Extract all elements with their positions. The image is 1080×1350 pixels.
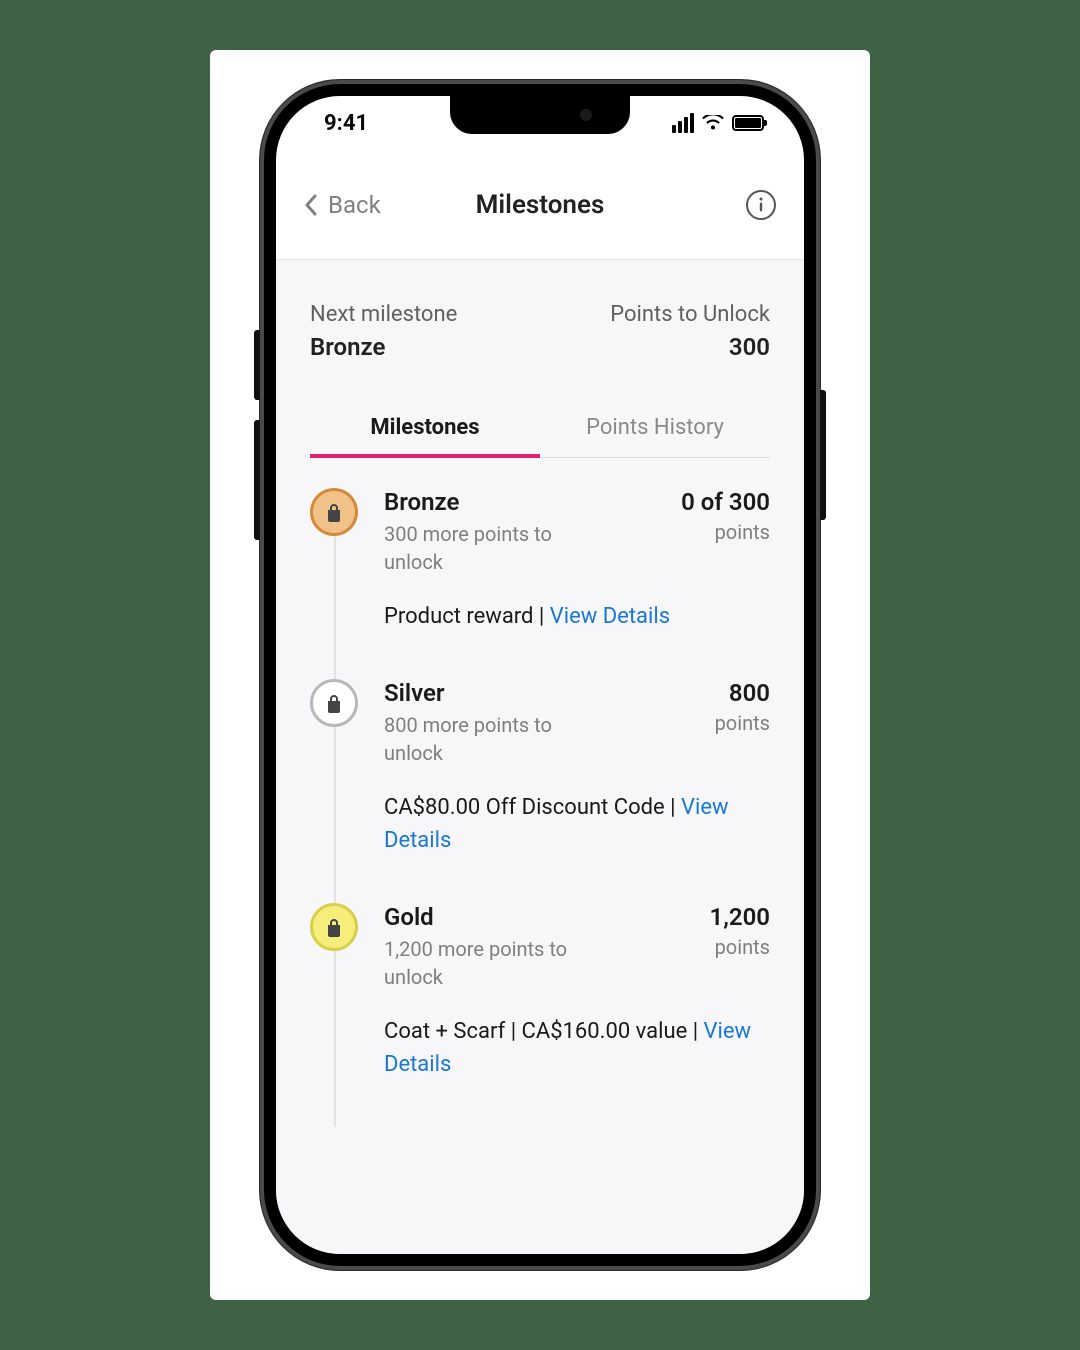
milestone-item-gold: Gold 1,200 more points to unlock 1,200 p… xyxy=(310,903,770,1127)
milestone-item-silver: Silver 800 more points to unlock 800 poi… xyxy=(310,679,770,903)
milestone-subtitle: 300 more points to unlock xyxy=(384,520,614,576)
points-to-unlock-value: 300 xyxy=(610,333,770,361)
chevron-left-icon xyxy=(304,194,318,216)
cellular-signal-icon xyxy=(672,113,694,133)
milestone-reward-text: CA$80.00 Off Discount Code | xyxy=(384,795,681,820)
tab-bar: Milestones Points History xyxy=(310,401,770,458)
milestone-reward-text: Coat + Scarf | CA$160.00 value | xyxy=(384,1019,704,1044)
status-time: 9:41 xyxy=(324,111,368,136)
milestone-item-bronze: Bronze 300 more points to unlock 0 of 30… xyxy=(310,488,770,679)
battery-icon xyxy=(732,115,764,131)
back-label: Back xyxy=(328,191,381,219)
wifi-icon xyxy=(702,115,724,131)
lock-icon xyxy=(325,502,343,522)
milestone-badge-silver xyxy=(310,679,358,727)
lock-icon xyxy=(325,693,343,713)
milestone-points-label: points xyxy=(681,520,770,544)
view-details-link[interactable]: View Details xyxy=(550,604,670,629)
milestone-title: Silver xyxy=(384,679,614,707)
milestone-list: Bronze 300 more points to unlock 0 of 30… xyxy=(310,488,770,1127)
back-button[interactable]: Back xyxy=(304,191,381,219)
milestone-badge-gold xyxy=(310,903,358,951)
milestone-subtitle: 800 more points to unlock xyxy=(384,711,614,767)
milestone-points-value: 0 of 300 xyxy=(681,488,770,516)
nav-header: Back Milestones xyxy=(276,150,804,260)
milestone-title: Bronze xyxy=(384,488,614,516)
page-title: Milestones xyxy=(476,190,605,220)
next-milestone-value: Bronze xyxy=(310,333,457,361)
milestone-title: Gold xyxy=(384,903,614,931)
next-milestone-label: Next milestone xyxy=(310,302,457,327)
lock-icon xyxy=(325,917,343,937)
content-area: Next milestone Bronze Points to Unlock 3… xyxy=(276,260,804,1254)
tab-points-history[interactable]: Points History xyxy=(540,401,770,457)
milestone-badge-bronze xyxy=(310,488,358,536)
milestone-reward-text: Product reward | xyxy=(384,604,550,629)
info-icon xyxy=(754,196,768,214)
milestone-points-label: points xyxy=(715,711,770,735)
phone-notch xyxy=(450,96,630,134)
phone-frame: 9:41 Back xyxy=(260,80,820,1270)
milestone-points-value: 800 xyxy=(715,679,770,707)
tab-milestones[interactable]: Milestones xyxy=(310,401,540,458)
info-button[interactable] xyxy=(746,190,776,220)
milestone-points-value: 1,200 xyxy=(710,903,770,931)
phone-screen: 9:41 Back xyxy=(276,96,804,1254)
points-to-unlock-label: Points to Unlock xyxy=(610,302,770,327)
summary-row: Next milestone Bronze Points to Unlock 3… xyxy=(310,302,770,361)
milestone-subtitle: 1,200 more points to unlock xyxy=(384,935,614,991)
milestone-points-label: points xyxy=(710,935,770,959)
